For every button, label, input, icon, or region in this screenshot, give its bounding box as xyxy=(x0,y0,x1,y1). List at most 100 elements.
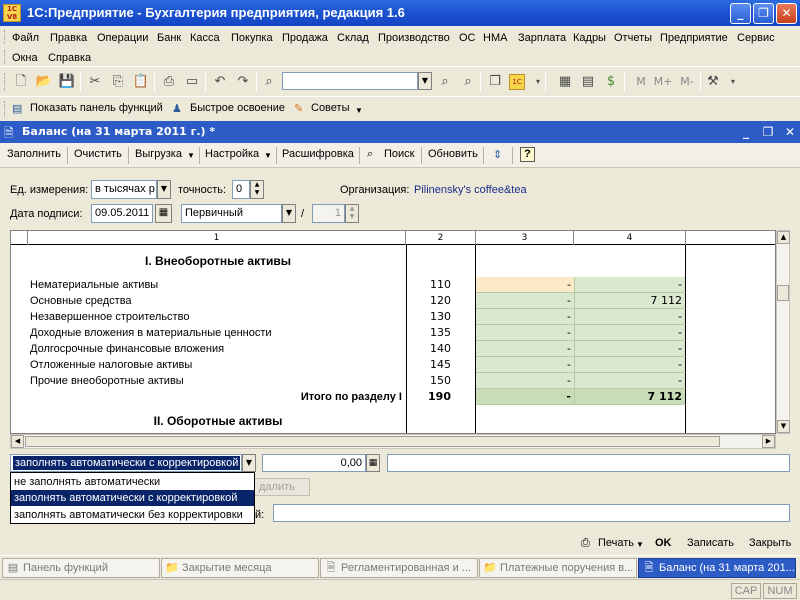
end-period-cell[interactable]: 7 112 xyxy=(574,293,686,309)
end-period-cell[interactable]: - xyxy=(574,373,686,389)
end-period-cell[interactable] xyxy=(574,405,686,433)
find-next-icon[interactable]: ⌕ xyxy=(459,73,477,91)
windows-icon[interactable]: ❐ xyxy=(486,73,504,91)
task-payment-orders[interactable]: 📁 Платежные поручения в... xyxy=(479,558,637,578)
paste-icon[interactable]: 📋 xyxy=(132,73,150,91)
start-period-cell[interactable]: - xyxy=(476,373,574,389)
save-button[interactable]: Записать xyxy=(687,537,734,549)
task-regulated-reports[interactable]: 🗎 Регламентированная и ... xyxy=(320,558,478,578)
exchange-rate-icon[interactable]: $ xyxy=(602,73,620,91)
menu-edit[interactable]: Правка xyxy=(50,32,87,44)
chevron-down-icon[interactable]: ▼ xyxy=(264,151,272,160)
memory-m-button[interactable]: M xyxy=(632,73,650,91)
menu-production[interactable]: Производство xyxy=(378,32,450,44)
chevron-down-icon[interactable]: ▼ xyxy=(636,540,644,549)
fill-mode-select[interactable]: заполнять автоматически с корректировкой xyxy=(10,454,242,472)
amount-input[interactable]: 0,00 xyxy=(262,454,366,472)
list-item[interactable]: не заполнять автоматически xyxy=(11,474,254,490)
units-select[interactable]: в тысячах р xyxy=(91,180,157,199)
grip-handle[interactable] xyxy=(4,73,7,91)
memory-plus-button[interactable]: M+ xyxy=(652,73,674,91)
comment-input[interactable] xyxy=(273,504,790,522)
scroll-right-icon[interactable]: ▶ xyxy=(762,435,775,448)
tips-button[interactable]: Советы xyxy=(311,102,349,114)
end-period-cell[interactable]: - xyxy=(574,325,686,341)
grip-handle[interactable] xyxy=(4,50,7,64)
undo-icon[interactable]: ↶ xyxy=(211,73,229,91)
redo-icon[interactable]: ↷ xyxy=(234,73,252,91)
find-binoculars-icon[interactable]: ⌕ xyxy=(260,73,278,91)
fill-button[interactable]: Заполнить xyxy=(7,148,61,160)
start-period-cell[interactable]: - xyxy=(476,293,574,309)
doc-minimize-button[interactable]: _ xyxy=(738,124,754,140)
end-period-cell[interactable]: - xyxy=(574,341,686,357)
horizontal-scrollbar[interactable]: ◀ ▶ xyxy=(10,434,776,449)
task-month-close[interactable]: 📁 Закрытие месяца xyxy=(161,558,319,578)
start-period-cell[interactable] xyxy=(476,405,574,433)
copy-icon[interactable]: ⎘ xyxy=(109,73,127,91)
menu-sales[interactable]: Продажа xyxy=(282,32,328,44)
fill-mode-dropdown-list[interactable]: не заполнять автоматически заполнять авт… xyxy=(10,472,255,524)
calendar-icon[interactable]: ▤ xyxy=(579,73,597,91)
grip-handle[interactable] xyxy=(4,30,7,44)
calculator-icon[interactable]: ▦ xyxy=(556,73,574,91)
clear-button[interactable]: Очистить xyxy=(74,148,122,160)
close-button[interactable]: ✕ xyxy=(776,3,797,24)
chevron-down-icon[interactable]: ▾ xyxy=(724,73,742,91)
menu-service[interactable]: Сервис xyxy=(737,32,775,44)
end-period-cell[interactable] xyxy=(574,245,686,277)
ok-button[interactable]: OK xyxy=(655,537,672,549)
stepper-icon[interactable]: ▲ ▼ xyxy=(250,180,264,199)
calculator-icon[interactable]: ▦ xyxy=(366,454,380,472)
start-period-cell[interactable]: - xyxy=(476,341,574,357)
menu-windows[interactable]: Окна xyxy=(12,52,38,64)
signature-date-input[interactable]: 09.05.2011 xyxy=(91,204,153,223)
chevron-down-icon[interactable]: ▼ xyxy=(355,106,363,115)
calendar-icon[interactable]: ▦ xyxy=(155,204,172,223)
scroll-left-icon[interactable]: ◀ xyxy=(11,435,24,448)
task-function-panel[interactable]: ▤ Панель функций xyxy=(2,558,160,578)
cut-icon[interactable]: ✂ xyxy=(86,73,104,91)
menu-salary[interactable]: Зарплата xyxy=(518,32,566,44)
print-icon[interactable]: ⎙ xyxy=(160,73,178,91)
maximize-button[interactable]: ❐ xyxy=(753,3,774,24)
end-period-cell[interactable]: - xyxy=(574,309,686,325)
menu-operations[interactable]: Операции xyxy=(97,32,148,44)
chevron-down-icon[interactable]: ▼ xyxy=(157,180,171,199)
task-balance[interactable]: 🗎 Баланс (на 31 марта 201... xyxy=(638,558,796,578)
memory-minus-button[interactable]: M- xyxy=(676,73,698,91)
end-period-cell[interactable]: 7 112 xyxy=(574,389,686,405)
chevron-down-icon[interactable]: ▼ xyxy=(282,204,296,223)
open-folder-icon[interactable]: 📂 xyxy=(35,73,53,91)
vertical-scrollbar[interactable]: ▲ ▼ xyxy=(776,230,790,434)
minimize-button[interactable]: _ xyxy=(730,3,751,24)
new-document-icon[interactable]: 🗋 xyxy=(12,73,30,91)
note-input[interactable] xyxy=(387,454,790,472)
report-type-select[interactable]: Первичный xyxy=(181,204,282,223)
menu-enterprise[interactable]: Предприятие xyxy=(660,32,728,44)
export-button[interactable]: Выгрузка xyxy=(135,148,182,160)
correction-number-input[interactable]: 1 xyxy=(312,204,345,223)
start-period-cell[interactable]: - xyxy=(476,277,574,293)
preview-icon[interactable]: ▭ xyxy=(183,73,201,91)
list-item[interactable]: заполнять автоматически без корректировк… xyxy=(11,507,254,523)
close-document-button[interactable]: Закрыть xyxy=(749,537,791,549)
menu-cash[interactable]: Касса xyxy=(190,32,220,44)
search-button[interactable]: Поиск xyxy=(384,148,414,160)
help-button[interactable]: ? xyxy=(520,147,535,162)
menu-bank[interactable]: Банк xyxy=(157,32,181,44)
quick-learning-button[interactable]: Быстрое освоение xyxy=(190,102,285,114)
window-title-bar[interactable]: 1C V8 1С:Предприятие - Бухгалтерия предп… xyxy=(0,0,800,26)
search-combo-input[interactable] xyxy=(282,72,418,90)
decode-button[interactable]: Расшифровка xyxy=(282,148,354,160)
delete-button[interactable]: далить xyxy=(250,478,310,496)
menu-reports[interactable]: Отчеты xyxy=(614,32,652,44)
save-icon[interactable]: 💾 xyxy=(58,73,76,91)
organization-value[interactable]: Pilinensky's coffee&tea xyxy=(414,184,527,196)
end-period-cell[interactable]: - xyxy=(574,357,686,373)
end-period-cell[interactable]: - xyxy=(574,277,686,293)
1c-app-icon[interactable]: 1C xyxy=(509,74,525,90)
print-button[interactable]: Печать xyxy=(598,537,634,549)
document-title-bar[interactable]: 🗎 Баланс (на 31 марта 2011 г.) * _ ❐ ✕ xyxy=(0,121,800,143)
menu-help[interactable]: Справка xyxy=(48,52,91,64)
